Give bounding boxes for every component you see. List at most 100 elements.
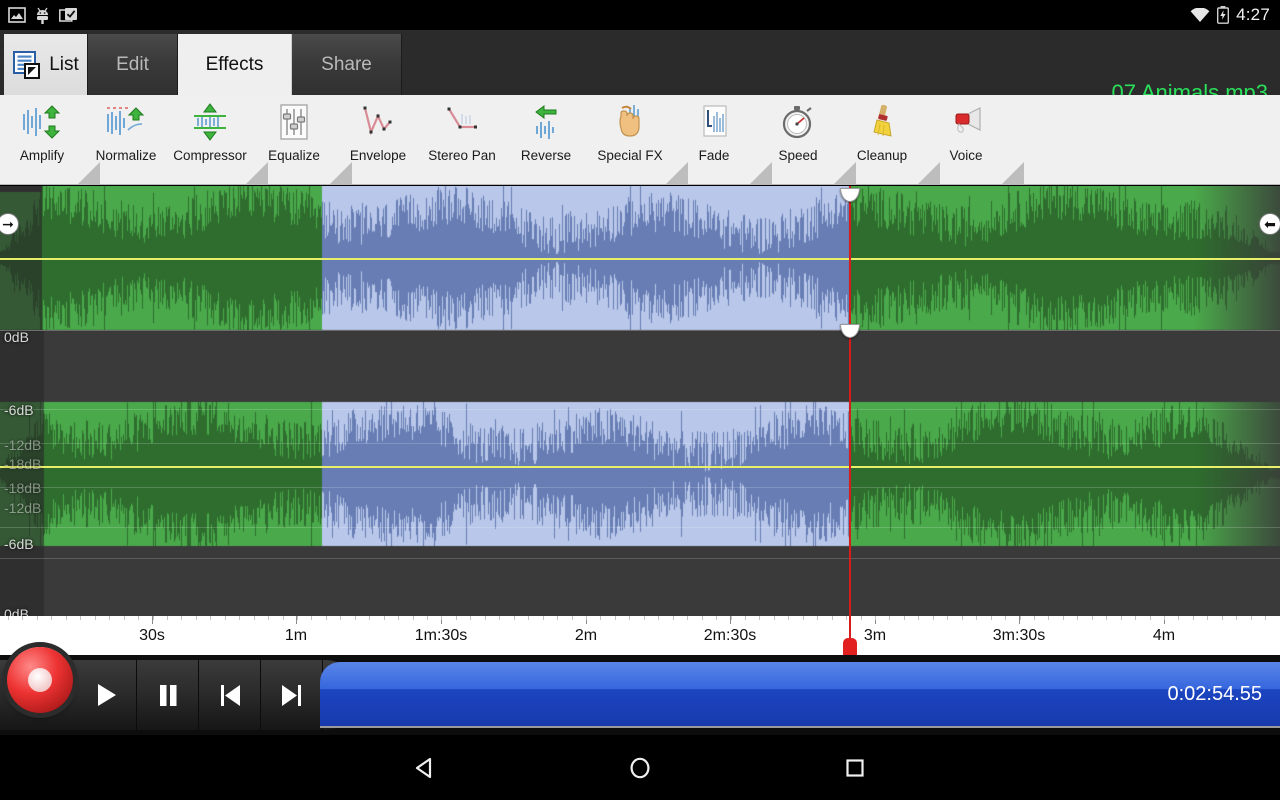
ruler-minor-tick [1236, 616, 1237, 620]
ruler-minor-tick [1178, 616, 1179, 620]
effect-special-fx-label: Special FX [597, 148, 662, 163]
ruler-minor-tick [499, 616, 500, 620]
list-icon [12, 50, 42, 80]
waveform-canvas[interactable] [0, 186, 1280, 616]
ruler-minor-tick [95, 616, 96, 620]
previous-button[interactable] [199, 660, 261, 730]
effect-reverse[interactable]: Reverse [504, 95, 588, 184]
ruler-minor-tick [1164, 616, 1165, 620]
playback-progress-bar[interactable]: 0:02:54.55 [320, 662, 1280, 728]
ruler-minor-tick [716, 616, 717, 620]
ruler-label: 1m:30s [415, 627, 467, 645]
peak-line-bottom [0, 466, 1280, 468]
back-triangle-icon [412, 755, 438, 781]
effect-voice[interactable]: Voice [924, 95, 1008, 184]
ruler-minor-tick [1121, 616, 1122, 620]
ruler-minor-tick [153, 616, 154, 620]
ruler-minor-tick [109, 616, 110, 620]
ruler-minor-tick [947, 616, 948, 620]
ruler-minor-tick [933, 616, 934, 620]
ruler-minor-tick [586, 616, 587, 620]
effect-stereo-pan-label: Stereo Pan [428, 148, 496, 163]
ruler-minor-tick [355, 616, 356, 620]
ruler-minor-tick [1265, 616, 1266, 620]
ruler-minor-tick [297, 616, 298, 620]
nav-back-button[interactable] [385, 735, 465, 800]
ruler-minor-tick [340, 616, 341, 620]
ruler-minor-tick [37, 616, 38, 620]
effect-equalize[interactable]: Equalize [252, 95, 336, 184]
ruler-minor-tick [1020, 616, 1021, 620]
image-icon [8, 7, 26, 23]
ruler-minor-tick [1150, 616, 1151, 620]
ruler-minor-tick [138, 616, 139, 620]
recents-square-icon [842, 755, 868, 781]
ruler-minor-tick [1034, 616, 1035, 620]
nav-home-button[interactable] [600, 735, 680, 800]
effect-special-fx[interactable]: Special FX [588, 95, 672, 184]
ruler-minor-tick [658, 616, 659, 620]
ruler-minor-tick [326, 616, 327, 620]
ruler-minor-tick [254, 616, 255, 620]
record-button[interactable] [7, 647, 73, 713]
effect-compressor[interactable]: Compressor [168, 95, 252, 184]
ruler-label: 4m [1153, 627, 1175, 645]
ruler-minor-tick [456, 616, 457, 620]
equalize-icon [271, 101, 317, 143]
effect-normalize[interactable]: Normalize [84, 95, 168, 184]
effect-compressor-label: Compressor [173, 148, 247, 163]
audio-editor-app: 4:27 List Edit Effects Share 07 Animals. [0, 0, 1280, 800]
tab-effects[interactable]: Effects [178, 34, 292, 95]
screenshot-icon [59, 7, 78, 24]
wifi-icon [1190, 8, 1210, 23]
ruler-minor-tick [66, 616, 67, 620]
ruler-minor-tick [8, 616, 9, 620]
ruler-minor-tick [1222, 616, 1223, 620]
stereo-pan-icon [439, 101, 485, 143]
effect-envelope[interactable]: Envelope [336, 95, 420, 184]
pause-button[interactable] [137, 660, 199, 730]
speed-icon [775, 101, 821, 143]
scroll-left-icon[interactable]: ⬅ [1259, 213, 1280, 235]
record-dot-icon [28, 668, 52, 692]
effect-normalize-label: Normalize [96, 148, 157, 163]
effect-cleanup[interactable]: Cleanup [840, 95, 924, 184]
ruler-minor-tick [485, 616, 486, 620]
next-button[interactable] [261, 660, 323, 730]
effect-stereo-pan[interactable]: Stereo Pan [420, 95, 504, 184]
ruler-minor-tick [427, 616, 428, 620]
status-left-icons [8, 0, 78, 30]
effect-amplify[interactable]: Amplify [0, 95, 84, 184]
transport-bar: 0:02:54.55 [0, 655, 1280, 735]
battery-charging-icon [1217, 6, 1229, 24]
timeline-ruler[interactable]: 30s1m1m:30s2m2m:30s3m3m:30s4m [0, 616, 1280, 660]
ruler-minor-tick [1048, 616, 1049, 620]
effect-corner-marker [1002, 162, 1024, 184]
ruler-minor-tick [745, 616, 746, 620]
ruler-minor-tick [803, 616, 804, 620]
ruler-minor-tick [311, 616, 312, 620]
tab-bar: List Edit Effects Share 07 Animals.mp3 [0, 30, 1280, 95]
tab-share[interactable]: Share [292, 34, 402, 95]
channel-center-line [0, 330, 1280, 331]
grid-line [0, 487, 1280, 488]
tab-edit[interactable]: Edit [88, 34, 178, 95]
ruler-minor-tick [991, 616, 992, 620]
effect-fade[interactable]: Fade [672, 95, 756, 184]
ruler-minor-tick [181, 616, 182, 620]
effect-reverse-label: Reverse [521, 148, 571, 163]
tab-list[interactable]: List [4, 34, 88, 95]
effect-speed[interactable]: Speed [756, 95, 840, 184]
effect-fade-label: Fade [699, 148, 730, 163]
ruler-minor-tick [1077, 616, 1078, 620]
special-fx-icon [607, 101, 653, 143]
waveform-view[interactable]: 0dB -6dB -12dB -18dB -18dB -12dB -6dB 0d… [0, 186, 1280, 616]
effect-equalize-label: Equalize [268, 148, 320, 163]
ruler-minor-tick [283, 616, 284, 620]
play-button[interactable] [75, 660, 137, 730]
ruler-minor-tick [861, 616, 862, 620]
nav-recents-button[interactable] [815, 735, 895, 800]
ruler-label: 30s [139, 627, 165, 645]
ruler-minor-tick [600, 616, 601, 620]
playback-cursor[interactable] [849, 186, 851, 616]
